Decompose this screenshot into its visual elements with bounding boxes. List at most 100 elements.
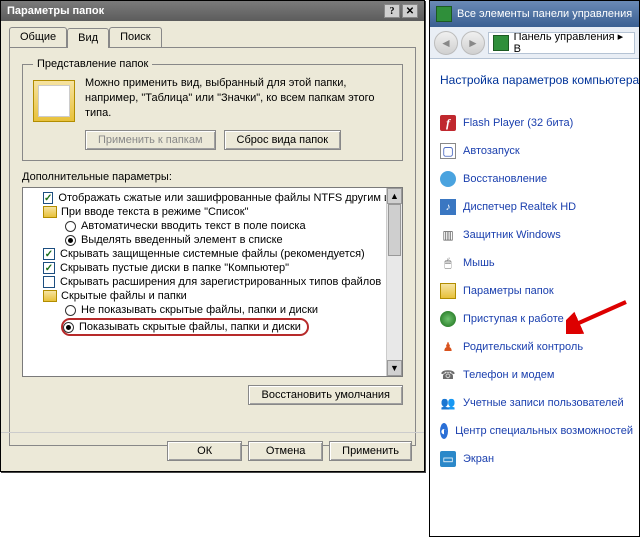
advanced-label: Дополнительные параметры: [22,171,403,183]
folder-icon [43,206,57,218]
cp-toolbar: ◄ ► Панель управления ▸ В [430,27,639,59]
dialog-title: Параметры папок [7,5,382,17]
checkbox-icon[interactable]: ✓ [43,192,53,204]
tree-node-label: Автоматически вводить текст в поле поиск… [81,220,306,232]
flash-icon: f [440,115,456,131]
tab-search[interactable]: Поиск [109,27,161,47]
breadcrumb: Панель управления ▸ В [514,32,630,54]
tree-node[interactable]: ✓ Отображать сжатые или зашифрованные фай… [25,191,400,205]
checkbox-icon[interactable]: ✓ [43,262,55,274]
ok-button[interactable]: ОК [167,441,242,461]
def-icon: ▥ [440,227,456,243]
cp-item-auto[interactable]: ▢ Автозапуск [440,143,633,159]
tree-node[interactable]: Скрытые файлы и папки [25,289,400,303]
cp-item-label: Автозапуск [463,145,520,157]
rec-icon [440,171,456,187]
cp-items-list: f Flash Player (32 бита) ▢ Автозапуск Восста… [440,115,633,467]
checkbox-icon[interactable] [43,276,55,288]
checkbox-icon[interactable]: ✓ [43,248,55,260]
tab-container: Общие Вид Поиск Представление папок Можн… [1,21,424,446]
tree-node[interactable]: ✓ Скрывать пустые диски в папке "Компьюте… [25,261,400,275]
advanced-settings-tree[interactable]: ✓ Отображать сжатые или зашифрованные фай… [22,187,403,377]
cp-item-screen[interactable]: ▭Экран [440,451,633,467]
scroll-up-icon[interactable]: ▲ [387,188,402,204]
tree-node-label: Скрывать расширения для зарегистрированн… [60,276,381,288]
cp-item-rec[interactable]: Восстановление [440,171,633,187]
control-panel-window: Все элементы панели управления ◄ ► Панел… [429,0,640,537]
radio-icon[interactable] [65,221,76,232]
tree-node[interactable]: Выделять введенный элемент в списке [25,233,400,247]
cp-item-label: Родительский контроль [463,341,583,353]
cp-item-label: Приступая к работе [463,313,564,325]
tree-node-label: Показывать скрытые файлы, папки и диски [79,321,301,333]
cancel-button[interactable]: Отмена [248,441,323,461]
cp-item-phone[interactable]: ☎Телефон и модем [440,367,633,383]
restore-defaults-button[interactable]: Восстановить умолчания [248,385,403,405]
tree-node[interactable]: При вводе текста в режиме "Список" [25,205,400,219]
tree-node-label: Скрывать пустые диски в папке "Компьютер… [60,262,289,274]
realtek-icon: ♪ [440,199,456,215]
group-description: Можно применить вид, выбранный для этой … [85,76,392,122]
folder-options-dialog: Параметры папок ? ✕ Общие Вид Поиск Пред… [0,0,425,472]
tree-node[interactable]: Не показывать скрытые файлы, папки и дис… [25,303,400,317]
dialog-titlebar[interactable]: Параметры папок ? ✕ [1,1,424,21]
cp-item-label: Учетные записи пользователей [463,397,624,409]
auto-icon: ▢ [440,143,456,159]
phone-icon: ☎ [440,367,456,383]
folder-views-group: Представление папок Можно применить вид,… [22,58,403,161]
tree-node[interactable]: Автоматически вводить текст в поле поиск… [25,219,400,233]
access-icon: ◐ [440,423,448,439]
cp-title: Все элементы панели управления [457,8,632,20]
cp-item-label: Мышь [463,257,495,269]
cp-item-realtek[interactable]: ♪ Диспетчер Realtek HD [440,199,633,215]
close-icon[interactable]: ✕ [402,4,418,18]
folder-icon [43,290,57,302]
tab-page-view: Представление папок Можно применить вид,… [9,48,416,446]
nav-back-icon[interactable]: ◄ [434,31,458,55]
cp-body: Настройка параметров компьютера fFlash P… [430,59,639,467]
apply-to-folders-button[interactable]: Применить к папкам [85,130,216,150]
cp-item-access[interactable]: ◐ Центр специальных возможностей [440,423,633,439]
cp-item-label: Диспетчер Realtek HD [463,201,576,213]
tab-strip: Общие Вид Поиск [9,27,416,48]
tree-node-label: Выделять введенный элемент в списке [81,234,283,246]
cp-item-mouse[interactable]: 🖱Мышь [440,255,633,271]
tab-general[interactable]: Общие [9,27,67,47]
cp-item-def[interactable]: ▥ Защитник Windows [440,227,633,243]
cp-titlebar[interactable]: Все элементы панели управления [430,1,639,27]
cp-item-label: Параметры папок [463,285,554,297]
apply-button[interactable]: Применить [329,441,412,461]
cp-item-label: Восстановление [463,173,547,185]
cp-item-users[interactable]: 👥 Учетные записи пользователей [440,395,633,411]
tab-view[interactable]: Вид [67,28,109,48]
tree-node[interactable]: Скрывать расширения для зарегистрированн… [25,275,400,289]
help-icon[interactable]: ? [384,4,400,18]
cp-item-label: Flash Player (32 бита) [463,117,573,129]
cp-item-label: Центр специальных возможностей [455,425,633,437]
radio-icon[interactable] [63,322,74,333]
control-panel-icon [436,6,452,22]
radio-icon[interactable] [65,235,76,246]
start-icon [440,311,456,327]
cp-item-label: Защитник Windows [463,229,561,241]
tree-node[interactable]: Показывать скрытые файлы, папки и диски [25,317,400,337]
users-icon: 👥 [440,395,456,411]
scroll-down-icon[interactable]: ▼ [387,360,402,376]
screen-icon: ▭ [440,451,456,467]
tree-node[interactable]: ✓ Скрывать защищенные системные файлы (ре… [25,247,400,261]
addr-control-panel-icon [493,35,509,51]
address-bar[interactable]: Панель управления ▸ В [488,32,635,54]
cp-item-parent[interactable]: ♟Родительский контроль [440,339,633,355]
group-legend: Представление папок [33,58,152,70]
tree-node-label: Скрывать защищенные системные файлы (рек… [60,248,365,260]
reset-folders-button[interactable]: Сброс вида папок [224,130,342,150]
cp-item-flash[interactable]: f Flash Player (32 бита) [440,115,633,131]
scroll-thumb[interactable] [388,204,401,256]
nav-forward-icon[interactable]: ► [461,31,485,55]
tree-scrollbar[interactable]: ▲ ▼ [386,188,402,376]
cp-item-start[interactable]: Приступая к работе [440,311,633,327]
tree-node-label: Отображать сжатые или зашифрованные файл… [58,192,403,204]
cp-item-folder2[interactable]: Параметры папок [440,283,633,299]
radio-icon[interactable] [65,305,76,316]
folder2-icon [440,283,456,299]
